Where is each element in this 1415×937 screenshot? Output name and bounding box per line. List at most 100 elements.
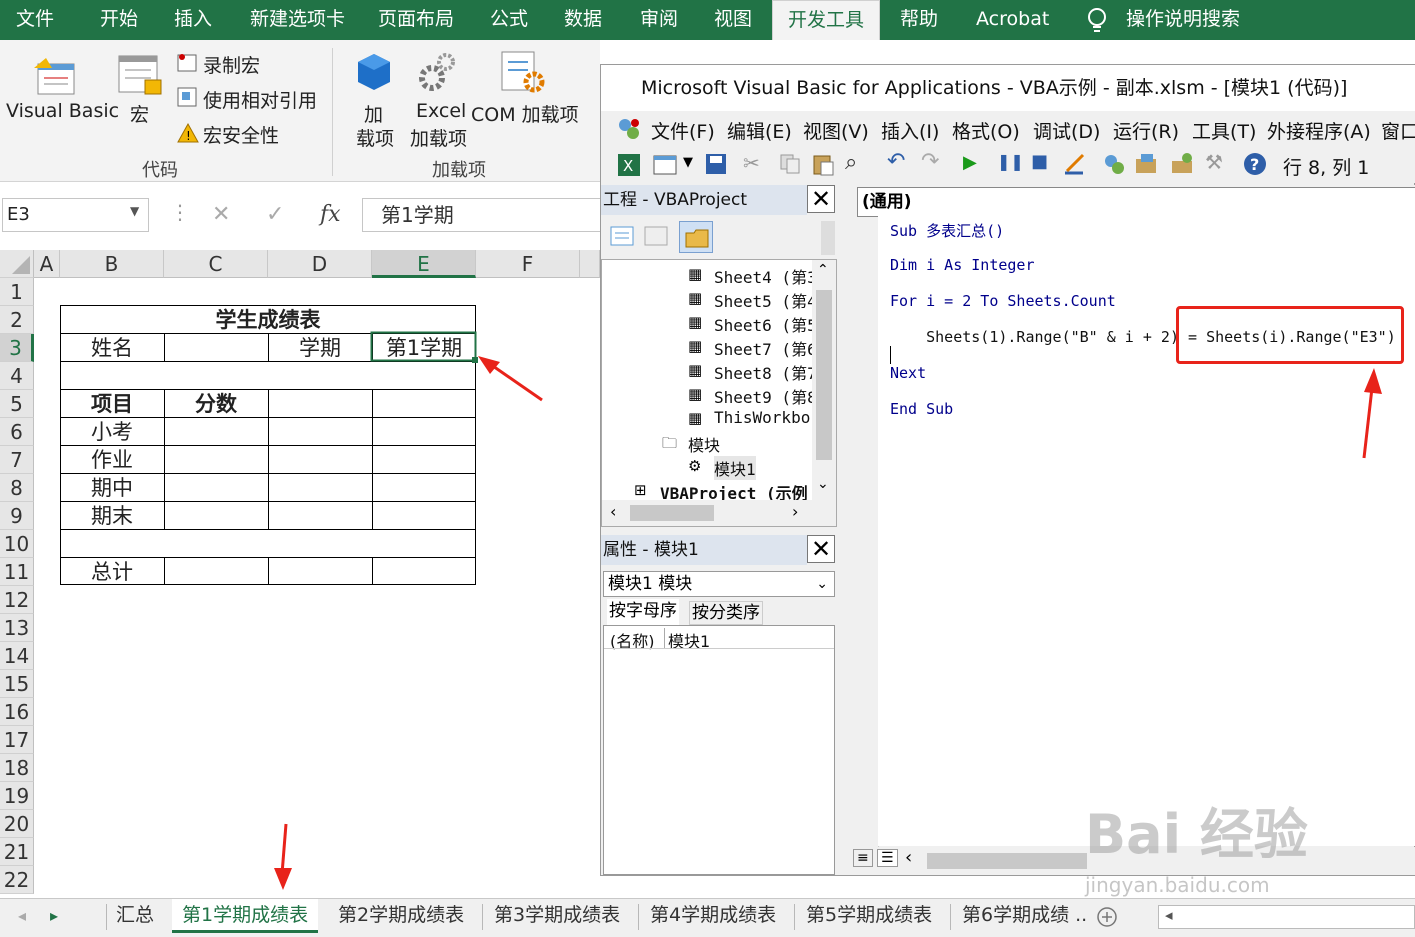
term-label-cell[interactable]: 学期 xyxy=(268,334,372,362)
tree-vertical-scrollbar[interactable]: ⌃ ⌄ xyxy=(812,260,836,500)
scroll-left-icon[interactable]: ◂ xyxy=(18,906,26,925)
tab-formulas[interactable]: 公式 xyxy=(490,0,528,40)
project-tree-node[interactable]: Sheet9 (第8 xyxy=(714,384,817,408)
item-cell[interactable]: 小考 xyxy=(60,418,164,446)
tab-view[interactable]: 视图 xyxy=(714,0,752,40)
scroll-left-arrow-icon[interactable]: ‹ xyxy=(905,847,912,868)
save-icon[interactable] xyxy=(705,153,727,175)
vba-menu-addins[interactable]: 外接程序(A) xyxy=(1267,117,1371,144)
tab-alphabetic[interactable]: 按字母序 xyxy=(607,599,679,625)
excel-addins-button-line2[interactable]: 加载项 xyxy=(410,124,467,151)
cut-icon[interactable]: ✂ xyxy=(743,151,760,175)
vba-menu-view[interactable]: 视图(V) xyxy=(803,117,869,144)
score-header-cell[interactable]: 分数 xyxy=(164,390,268,418)
project-explorer-icon[interactable] xyxy=(1101,151,1127,177)
redo-icon[interactable]: ↷ xyxy=(921,149,939,174)
properties-object-select[interactable]: 模块1 模块 ⌄ xyxy=(603,571,835,597)
view-code-icon[interactable] xyxy=(609,225,635,247)
project-tree-node[interactable]: 模块1 xyxy=(714,456,756,480)
excel-addins-button-line1[interactable]: Excel xyxy=(416,100,466,122)
reset-icon[interactable]: ■ xyxy=(1031,151,1048,172)
visual-basic-button[interactable]: Visual Basic xyxy=(6,100,119,122)
name-label-cell[interactable]: 姓名 xyxy=(60,334,164,362)
item-cell[interactable]: 作业 xyxy=(60,446,164,474)
name-box[interactable]: E3 xyxy=(2,198,149,232)
full-module-view-button[interactable]: ☰ xyxy=(877,849,898,867)
sheet-tab-term5[interactable]: 第5学期成绩表 xyxy=(806,899,932,933)
code-line[interactable]: Dim i As Integer xyxy=(890,256,1035,274)
addins-button-line2[interactable]: 载项 xyxy=(356,124,394,151)
sheet-tab-term2[interactable]: 第2学期成绩表 xyxy=(338,899,464,933)
properties-grid[interactable]: (名称) 模块1 xyxy=(603,625,835,875)
view-object-icon[interactable] xyxy=(643,225,669,247)
sheet-tab-term6[interactable]: 第6学期成绩 ... xyxy=(962,899,1088,933)
item-cell[interactable]: 期末 xyxy=(60,502,164,530)
project-tree-node[interactable]: Sheet6 (第5 xyxy=(714,312,817,336)
scroll-left-arrow-icon[interactable]: ‹ xyxy=(610,502,616,521)
dropdown-arrow-icon[interactable]: ▼ xyxy=(683,155,693,170)
code-line[interactable]: End Sub xyxy=(890,400,953,418)
tab-page-layout[interactable]: 页面布局 xyxy=(378,0,454,40)
tab-new[interactable]: 新建选项卡 xyxy=(250,0,345,40)
insert-function-button[interactable]: fx xyxy=(320,202,341,227)
close-properties-panel-button[interactable]: ✕ xyxy=(807,535,835,563)
tree-horizontal-scrollbar[interactable]: ‹ › xyxy=(602,500,836,526)
project-tree-node[interactable]: Sheet7 (第6 xyxy=(714,336,817,360)
properties-window-icon[interactable] xyxy=(1133,151,1159,177)
enter-icon[interactable]: ✓ xyxy=(266,202,284,227)
tell-me-search[interactable]: 操作说明搜索 xyxy=(1126,0,1240,40)
addins-button-line1[interactable]: 加 xyxy=(364,100,383,127)
undo-icon[interactable]: ↶ xyxy=(887,149,905,174)
sheet-tab-term1[interactable]: 第1学期成绩表 xyxy=(172,899,319,933)
project-tree[interactable]: ▦ Sheet4 (第3 ▦ Sheet5 (第4 ▦ Sheet6 (第5 ▦ Sheet7… xyxy=(601,259,837,527)
vba-menu-window[interactable]: 窗口 xyxy=(1381,117,1415,144)
tab-acrobat[interactable]: Acrobat xyxy=(976,0,1049,40)
tab-categorized[interactable]: 按分类序 xyxy=(689,601,763,625)
term-value-cell[interactable]: 第1学期 xyxy=(372,334,476,362)
design-mode-icon[interactable] xyxy=(1061,151,1087,177)
tab-developer[interactable]: 开发工具 xyxy=(772,0,880,40)
macros-button[interactable]: 宏 xyxy=(130,100,149,127)
add-sheet-icon[interactable] xyxy=(1096,906,1118,928)
tab-file[interactable]: 文件 xyxy=(16,0,54,40)
vba-menu-insert[interactable]: 插入(I) xyxy=(881,117,939,144)
record-macro-button[interactable]: 录制宏 xyxy=(203,51,260,78)
tree-scroll-thumb[interactable] xyxy=(816,290,832,460)
horizontal-scrollbar[interactable]: ◂ xyxy=(1158,905,1415,929)
panel-toolbar-scroll[interactable] xyxy=(821,221,835,255)
tab-review[interactable]: 审阅 xyxy=(640,0,678,40)
scroll-up-icon[interactable]: ⌃ xyxy=(817,262,829,278)
code-object-dropdown[interactable]: (通用) xyxy=(857,187,1415,217)
insert-userform-icon[interactable] xyxy=(653,155,677,175)
code-line[interactable]: Sub 多表汇总() xyxy=(890,220,1004,241)
com-addins-button[interactable]: COM 加载项 xyxy=(471,100,579,127)
chevron-down-icon[interactable]: ⌄ xyxy=(816,572,828,596)
paste-icon[interactable] xyxy=(811,152,835,176)
code-hscroll-thumb[interactable] xyxy=(927,853,1087,869)
formula-input[interactable]: 第1学期 xyxy=(362,198,600,232)
sheet-tab-term3[interactable]: 第3学期成绩表 xyxy=(494,899,620,933)
sheet-tab-term4[interactable]: 第4学期成绩表 xyxy=(650,899,776,933)
close-project-panel-button[interactable]: ✕ xyxy=(807,185,835,213)
toolbox-icon[interactable]: ⚒ xyxy=(1205,150,1223,174)
project-tree-node[interactable]: Sheet5 (第4 xyxy=(714,288,817,312)
vba-menu-debug[interactable]: 调试(D) xyxy=(1033,117,1100,144)
scroll-right-icon[interactable]: ▸ xyxy=(50,906,58,925)
sheet-tab-summary[interactable]: 汇总 xyxy=(116,899,154,933)
vba-menu-tools[interactable]: 工具(T) xyxy=(1192,117,1256,144)
tab-insert[interactable]: 插入 xyxy=(174,0,212,40)
run-icon[interactable]: ▶ xyxy=(963,152,977,173)
vba-menu-run[interactable]: 运行(R) xyxy=(1113,117,1179,144)
copy-icon[interactable] xyxy=(779,153,801,175)
project-tree-node[interactable]: ThisWorkbo xyxy=(714,408,810,427)
cancel-icon[interactable]: ✕ xyxy=(212,202,230,227)
toggle-folders-button[interactable] xyxy=(679,221,713,253)
view-excel-icon[interactable]: X xyxy=(617,153,641,177)
scroll-left-arrow-icon[interactable]: ◂ xyxy=(1165,906,1173,924)
project-tree-node[interactable]: 模块 xyxy=(688,432,720,456)
scroll-right-arrow-icon[interactable]: › xyxy=(792,502,798,521)
worksheet-grid[interactable]: A B C D E F 1 2 3 4 5 6 7 8 9 10 11 12 13 14 15 16 17 18 1… xyxy=(0,250,600,898)
project-tree-node[interactable]: Sheet8 (第7 xyxy=(714,360,817,384)
tab-home[interactable]: 开始 xyxy=(100,0,138,40)
macro-security-button[interactable]: 宏安全性 xyxy=(203,121,279,148)
